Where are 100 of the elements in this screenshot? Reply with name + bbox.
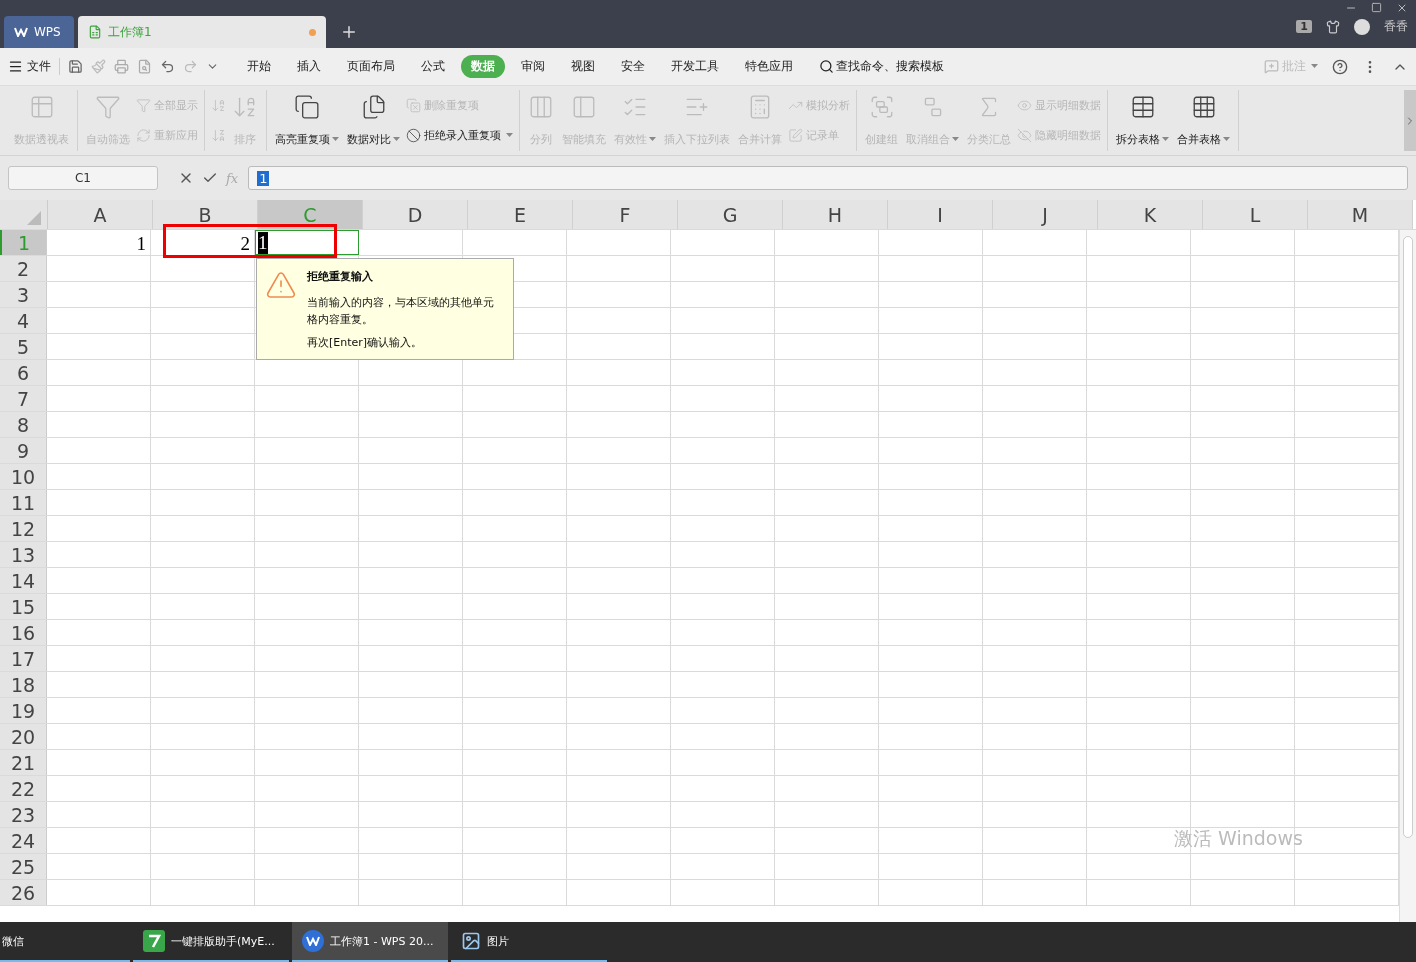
- row-header[interactable]: 3: [0, 282, 47, 307]
- column-header[interactable]: G: [678, 200, 783, 229]
- menu-tab[interactable]: 页面布局: [337, 55, 405, 78]
- pen-icon: [788, 128, 803, 144]
- row-header[interactable]: 14: [0, 568, 47, 593]
- menu-tab[interactable]: 视图: [561, 55, 605, 78]
- help-icon[interactable]: [1332, 58, 1348, 75]
- user-name[interactable]: 香香: [1384, 18, 1408, 35]
- column-header[interactable]: I: [888, 200, 993, 229]
- refresh-icon: [136, 128, 151, 144]
- row-header[interactable]: 20: [0, 724, 47, 749]
- column-header[interactable]: D: [363, 200, 468, 229]
- filter-icon: [95, 94, 121, 120]
- column-header[interactable]: E: [468, 200, 573, 229]
- ribbon-button[interactable]: 数据对比: [345, 90, 402, 151]
- filter-icon: [136, 97, 151, 113]
- undo-icon[interactable]: [160, 59, 175, 74]
- row-header[interactable]: 15: [0, 594, 47, 619]
- row-header[interactable]: 22: [0, 776, 47, 801]
- row-header[interactable]: 13: [0, 542, 47, 567]
- panel-icon: [571, 94, 597, 120]
- column-header[interactable]: F: [573, 200, 678, 229]
- file-menu[interactable]: 文件: [8, 58, 60, 75]
- image-icon: [461, 931, 481, 951]
- avatar[interactable]: [1354, 18, 1370, 35]
- column-header[interactable]: K: [1098, 200, 1203, 229]
- row-header[interactable]: 26: [0, 880, 47, 905]
- row-header[interactable]: 8: [0, 412, 47, 437]
- eye-icon: [1017, 97, 1032, 113]
- taskbar-item[interactable]: 一键排版助手(MyE...: [133, 922, 289, 962]
- row-header[interactable]: 12: [0, 516, 47, 541]
- row-header[interactable]: 5: [0, 334, 47, 359]
- row-header[interactable]: 17: [0, 646, 47, 671]
- menu-icon: [8, 59, 23, 74]
- ribbon-button[interactable]: 拆分表格: [1114, 90, 1171, 151]
- menu-tab[interactable]: 公式: [411, 55, 455, 78]
- column-header[interactable]: H: [783, 200, 888, 229]
- close-icon[interactable]: [1396, 2, 1408, 14]
- ribbon-button[interactable]: 高亮重复项: [273, 90, 341, 151]
- shirt-icon[interactable]: [1326, 19, 1340, 34]
- taskbar-item[interactable]: 图片: [451, 922, 607, 962]
- search-icon: [819, 59, 834, 74]
- save-icon[interactable]: [68, 59, 83, 74]
- copy-icon: [294, 94, 320, 120]
- tooltip-title: 拒绝重复输入: [307, 269, 374, 284]
- app-icon: [143, 930, 165, 952]
- warning-icon: [265, 269, 297, 301]
- vertical-scrollbar[interactable]: [1399, 230, 1416, 922]
- menu-tab[interactable]: 特色应用: [735, 55, 803, 78]
- row-header[interactable]: 21: [0, 750, 47, 775]
- ban-icon: [406, 128, 421, 144]
- columns-icon: [528, 94, 554, 120]
- row-header[interactable]: 6: [0, 360, 47, 385]
- corner-triangle-icon: [27, 211, 41, 225]
- command-search[interactable]: 查找命令、搜索模板: [819, 58, 944, 75]
- ribbon-button[interactable]: 拒绝录入重复项: [406, 128, 513, 144]
- menu-tab[interactable]: 安全: [611, 55, 655, 78]
- column-header[interactable]: J: [993, 200, 1098, 229]
- sort-icon: [211, 97, 226, 113]
- activation-notice: 激活 Windows: [1174, 826, 1303, 851]
- row-header[interactable]: 16: [0, 620, 47, 645]
- row-header[interactable]: 10: [0, 464, 47, 489]
- tooltip-text: 当前输入的内容，与本区域的其他单元格内容重复。: [307, 295, 495, 328]
- maximize-icon[interactable]: [1371, 2, 1382, 13]
- menu-tab[interactable]: 插入: [287, 55, 331, 78]
- column-header[interactable]: L: [1203, 200, 1308, 229]
- row-header[interactable]: 9: [0, 438, 47, 463]
- taskbar-item[interactable]: 工作簿1 - WPS 20...: [292, 922, 448, 962]
- wps-logo-icon: [14, 27, 28, 37]
- menu-tab[interactable]: 审阅: [511, 55, 555, 78]
- ribbon-button[interactable]: 合并表格: [1175, 90, 1232, 151]
- taskbar-item[interactable]: 微信: [0, 922, 130, 962]
- name-box[interactable]: C1: [8, 166, 158, 190]
- caret-icon: [1311, 63, 1318, 68]
- formula-input[interactable]: 1: [248, 166, 1408, 190]
- row-header[interactable]: 4: [0, 308, 47, 333]
- wps-icon: [302, 930, 324, 952]
- row-header[interactable]: 2: [0, 256, 47, 281]
- column-header[interactable]: M: [1308, 200, 1413, 229]
- menu-tab[interactable]: 开发工具: [661, 55, 729, 78]
- row-header[interactable]: 11: [0, 490, 47, 515]
- row-header[interactable]: 7: [0, 386, 47, 411]
- spreadsheet-icon: [88, 25, 102, 39]
- menu-tab[interactable]: 开始: [237, 55, 281, 78]
- row-header[interactable]: 25: [0, 854, 47, 879]
- row-header[interactable]: 24: [0, 828, 47, 853]
- eye-off-icon: [1017, 128, 1032, 144]
- column-header[interactable]: A: [48, 200, 153, 229]
- row-header[interactable]: 23: [0, 802, 47, 827]
- plus-icon: [340, 23, 358, 41]
- table-cell: 2: [151, 230, 255, 255]
- window-count-badge[interactable]: 1: [1296, 20, 1312, 33]
- comment-icon: [1264, 59, 1279, 74]
- tooltip-text: 再次[Enter]确认输入。: [307, 335, 424, 351]
- row-header[interactable]: 18: [0, 672, 47, 697]
- window-tab[interactable]: WPS: [4, 16, 74, 48]
- table-cell: 1: [47, 230, 151, 255]
- row-header[interactable]: 19: [0, 698, 47, 723]
- table-cell: 1: [255, 230, 359, 255]
- sort-icon: [211, 128, 226, 144]
